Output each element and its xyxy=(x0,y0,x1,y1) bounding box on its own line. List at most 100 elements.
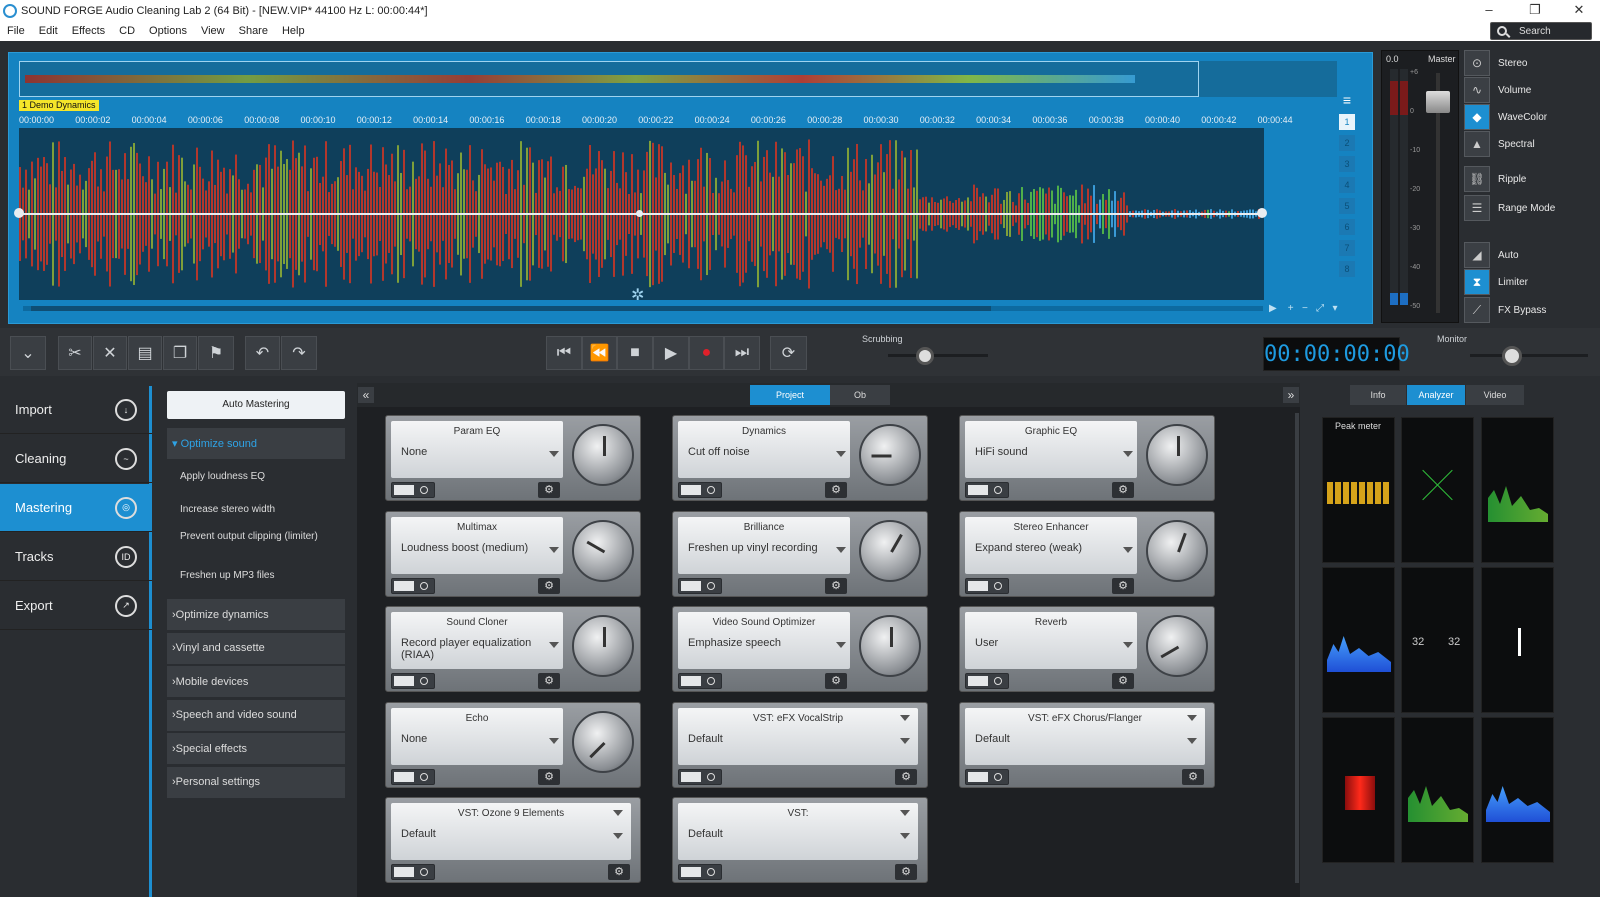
paste-icon[interactable]: ▤ xyxy=(128,336,162,370)
effect-enable-toggle[interactable] xyxy=(391,673,435,689)
track-button-2[interactable]: 2 xyxy=(1339,135,1355,151)
menu-view[interactable]: View xyxy=(194,25,232,37)
option-wavecolor[interactable]: ◆ WaveColor xyxy=(1464,104,1547,130)
effect-preset-dropdown[interactable]: Dynamics Cut off noise xyxy=(678,421,850,478)
option-auto[interactable]: ◢ Auto xyxy=(1464,242,1519,268)
band-meter[interactable] xyxy=(1401,717,1474,863)
gear-icon[interactable]: ⚙ xyxy=(538,673,560,689)
stop-icon[interactable]: ■ xyxy=(617,336,653,370)
menu-share[interactable]: Share xyxy=(232,25,275,37)
effect-amount-knob[interactable] xyxy=(859,615,921,677)
goniometer[interactable] xyxy=(1401,417,1474,563)
effect-amount-knob[interactable] xyxy=(572,615,634,677)
menu-help[interactable]: Help xyxy=(275,25,312,37)
gear-icon[interactable]: ⚙ xyxy=(895,768,917,785)
preset-item[interactable]: Prevent output clipping (limiter) xyxy=(167,530,345,543)
effect-preset-dropdown[interactable]: VST: Ozone 9 Elements Default xyxy=(391,803,631,860)
option-volume[interactable]: ∿ Volume xyxy=(1464,77,1531,103)
section-optimize-dynamics[interactable]: › Optimize dynamics xyxy=(167,599,345,631)
time-ruler[interactable]: 00:00:00 00:00:02 00:00:04 00:00:06 00:00:08… xyxy=(19,113,1337,127)
section-optimize-sound[interactable]: ▾ Optimize sound xyxy=(167,428,345,460)
nav-mastering[interactable]: Mastering ◎ xyxy=(0,484,152,532)
section-personal-settings[interactable]: › Personal settings xyxy=(167,766,345,799)
option-range-mode[interactable]: ☰ Range Mode xyxy=(1464,195,1555,221)
record-icon[interactable]: ● xyxy=(689,336,724,370)
spectrum-analyzer[interactable] xyxy=(1481,417,1554,563)
nav-export[interactable]: Export ↗ xyxy=(0,582,152,630)
effect-amount-knob[interactable] xyxy=(572,519,634,582)
overview-strip[interactable] xyxy=(19,61,1337,97)
effect-preset-dropdown[interactable]: Brilliance Freshen up vinyl recording xyxy=(678,516,850,574)
gear-icon[interactable]: ⚙ xyxy=(1112,482,1134,498)
scrubbing-knob[interactable] xyxy=(916,347,934,365)
track-button-8[interactable]: 8 xyxy=(1339,261,1355,277)
correlation-meter[interactable]: 32 32 xyxy=(1401,567,1474,713)
tab-video[interactable]: Video xyxy=(1466,385,1524,405)
waveform-display[interactable] xyxy=(14,128,1267,300)
effect-amount-knob[interactable] xyxy=(859,424,921,486)
preset-item[interactable]: Apply loudness EQ xyxy=(167,470,345,483)
horizontal-scrollbar[interactable] xyxy=(23,306,1263,311)
option-spectral[interactable]: ▲ Spectral xyxy=(1464,131,1535,157)
option-stereo[interactable]: ⊙ Stereo xyxy=(1464,50,1527,76)
menu-edit[interactable]: Edit xyxy=(32,25,65,37)
search-box[interactable]: Search xyxy=(1490,22,1592,40)
tab-analyzer[interactable]: Analyzer xyxy=(1407,385,1465,405)
effect-preset-dropdown[interactable]: Multimax Loudness boost (medium) xyxy=(391,516,563,574)
overview-window[interactable] xyxy=(19,61,1199,97)
master-fader-knob[interactable] xyxy=(1426,91,1450,113)
option-fx-bypass[interactable]: ⟋ FX Bypass xyxy=(1464,297,1546,323)
zoom-controls[interactable]: ▶ + − ⤢ ▾ xyxy=(1269,303,1338,314)
effect-preset-dropdown[interactable]: Reverb User xyxy=(965,612,1137,669)
phase-meter[interactable] xyxy=(1481,567,1554,713)
scrollbar-thumb[interactable] xyxy=(31,306,991,311)
section-vinyl-and-cassette[interactable]: › Vinyl and cassette xyxy=(167,632,345,665)
gear-icon[interactable]: ⚙ xyxy=(895,864,917,880)
waterfall-meter[interactable] xyxy=(1481,717,1554,863)
close-button[interactable]: ✕ xyxy=(1562,0,1596,21)
effect-amount-knob[interactable] xyxy=(572,424,634,486)
preset-item[interactable]: Freshen up MP3 files xyxy=(167,569,345,582)
effect-preset-dropdown[interactable]: VST: eFX Chorus/Flanger Default xyxy=(965,707,1205,765)
plugin-menu-icon[interactable] xyxy=(900,714,910,721)
effect-preset-dropdown[interactable]: Param EQ None xyxy=(391,421,563,478)
effect-amount-knob[interactable] xyxy=(859,519,921,582)
effect-preset-dropdown[interactable]: Stereo Enhancer Expand stereo (weak) xyxy=(965,516,1137,574)
effect-enable-toggle[interactable] xyxy=(678,864,722,880)
gear-icon[interactable]: ⚙ xyxy=(825,482,847,498)
gear-icon[interactable]: ⚙ xyxy=(825,673,847,689)
monitor-knob[interactable] xyxy=(1502,346,1522,366)
nav-tracks[interactable]: Tracks ID xyxy=(0,533,152,581)
envelope-point-mid[interactable] xyxy=(636,210,643,217)
effect-preset-dropdown[interactable]: Echo None xyxy=(391,707,563,765)
skip-to-start-icon[interactable]: ⏮ xyxy=(546,336,582,370)
envelope-point-start[interactable] xyxy=(14,208,24,218)
collapse-icon[interactable]: ⌄ xyxy=(10,336,46,370)
effect-enable-toggle[interactable] xyxy=(965,577,1009,594)
track-button-6[interactable]: 6 xyxy=(1339,219,1355,235)
effect-enable-toggle[interactable] xyxy=(391,864,435,880)
tab-project[interactable]: Project xyxy=(750,385,830,405)
loop-icon[interactable]: ⟳ xyxy=(770,336,807,370)
play-icon[interactable]: ▶ xyxy=(653,336,689,370)
auto-mastering-button[interactable]: Auto Mastering xyxy=(167,391,345,419)
option-limiter[interactable]: ⧗ Limiter xyxy=(1464,269,1528,295)
effect-preset-dropdown[interactable]: VST: Default xyxy=(678,803,918,860)
effect-enable-toggle[interactable] xyxy=(678,482,722,498)
nav-cleaning[interactable]: Cleaning ~ xyxy=(0,435,152,483)
option-ripple[interactable]: ⛓ Ripple xyxy=(1464,166,1526,192)
track-menu-icon[interactable]: ≡ xyxy=(1339,93,1355,109)
effect-enable-toggle[interactable] xyxy=(965,482,1009,498)
effect-preset-dropdown[interactable]: VST: eFX VocalStrip Default xyxy=(678,707,918,765)
gear-icon[interactable]: ⚙ xyxy=(1112,577,1134,594)
gear-icon[interactable]: ⚙ xyxy=(538,482,560,498)
track-button-5[interactable]: 5 xyxy=(1339,198,1355,214)
effect-preset-dropdown[interactable]: Sound Cloner Record player equalization (… xyxy=(391,612,563,669)
track-settings-gear-icon[interactable]: ✲ xyxy=(631,285,644,305)
effect-enable-toggle[interactable] xyxy=(678,673,722,689)
expand-right-icon[interactable]: » xyxy=(1283,387,1299,403)
tab-info[interactable]: Info xyxy=(1350,385,1406,405)
effect-enable-toggle[interactable] xyxy=(678,768,722,785)
skip-to-end-icon[interactable]: ⏭ xyxy=(724,336,760,370)
menu-cd[interactable]: CD xyxy=(112,25,142,37)
